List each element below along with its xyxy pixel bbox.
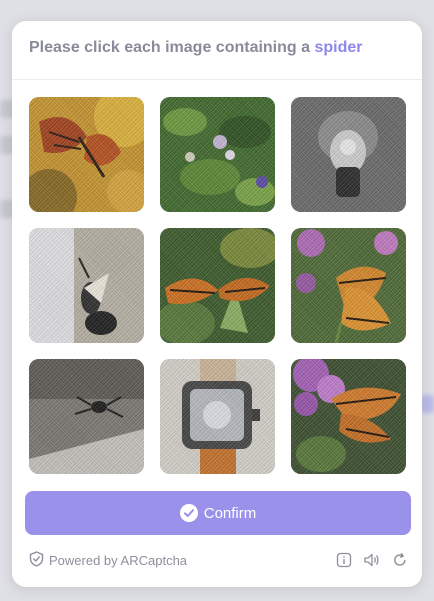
- audio-icon[interactable]: [363, 552, 381, 568]
- image-tile-4[interactable]: [29, 228, 144, 343]
- tile-image: [291, 228, 406, 343]
- confirm-label: Confirm: [203, 504, 257, 522]
- tile-image: [29, 228, 144, 343]
- image-tile-8[interactable]: [160, 359, 275, 474]
- tile-image: [29, 359, 144, 474]
- shield-icon: [29, 550, 44, 570]
- refresh-icon[interactable]: [392, 552, 408, 568]
- check-circle-icon: [179, 504, 198, 522]
- captcha-footer: Powered by ARCaptcha: [29, 549, 408, 571]
- divider: [12, 79, 422, 80]
- image-tile-3[interactable]: [291, 97, 406, 212]
- image-tile-5[interactable]: [160, 228, 275, 343]
- footer-actions: [336, 552, 408, 568]
- tile-image: [29, 97, 144, 212]
- tile-image: [291, 97, 406, 212]
- image-tile-9[interactable]: [291, 359, 406, 474]
- tile-image: [291, 359, 406, 474]
- tile-image: [160, 359, 275, 474]
- info-icon[interactable]: [336, 552, 352, 568]
- powered-by: Powered by ARCaptcha: [29, 550, 188, 570]
- captcha-prompt: Please click each image containing a spi…: [29, 35, 410, 65]
- confirm-button[interactable]: Confirm: [25, 491, 411, 535]
- image-tile-1[interactable]: [29, 97, 144, 212]
- image-grid: [29, 97, 406, 474]
- image-tile-6[interactable]: [291, 228, 406, 343]
- captcha-modal: Please click each image containing a spi…: [12, 21, 422, 587]
- tile-image: [160, 97, 275, 212]
- powered-by-text: Powered by ARCaptcha: [49, 552, 188, 568]
- image-tile-2[interactable]: [160, 97, 275, 212]
- tile-image: [160, 228, 275, 343]
- image-tile-7[interactable]: [29, 359, 144, 474]
- prompt-keyword: spider: [314, 39, 363, 56]
- prompt-text: Please click each image containing a: [29, 39, 315, 56]
- background-blur: [420, 395, 434, 413]
